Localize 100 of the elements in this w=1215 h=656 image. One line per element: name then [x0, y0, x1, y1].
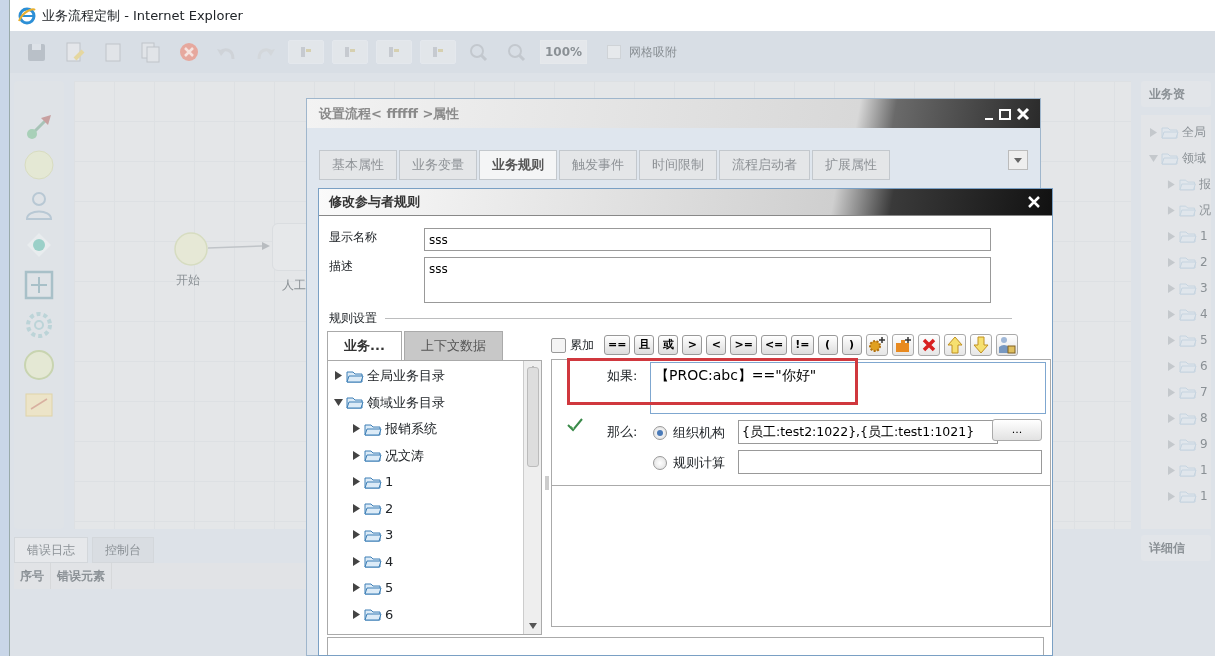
operator-button[interactable]: 或	[658, 335, 679, 355]
panel-header: 详细信	[1141, 535, 1211, 561]
plus-box-icon[interactable]	[23, 269, 55, 301]
start-node	[174, 232, 208, 266]
toggle-icon[interactable]	[352, 477, 361, 487]
input-field[interactable]: sss	[424, 228, 991, 251]
operator-button[interactable]: )	[841, 335, 862, 355]
toggle-icon[interactable]	[1167, 205, 1176, 215]
toggle-icon[interactable]	[1149, 153, 1158, 163]
checkbox[interactable]	[551, 337, 566, 353]
dropdown-button[interactable]	[1008, 150, 1028, 170]
layout-button[interactable]	[288, 40, 324, 64]
edit-document-icon[interactable]	[63, 41, 87, 63]
gear-plus-button[interactable]	[865, 334, 888, 356]
folder-icon	[1179, 281, 1197, 295]
layout-button[interactable]	[332, 40, 368, 64]
down-arrow-button[interactable]	[969, 334, 992, 356]
field-label: 那么:	[607, 423, 638, 441]
radio-option[interactable]: 规则计算	[653, 453, 725, 473]
operator-button[interactable]: <=	[760, 335, 788, 355]
align-icon	[299, 45, 313, 59]
folder-icon	[1179, 411, 1197, 425]
browse-button[interactable]: ...	[992, 419, 1042, 441]
layout-button[interactable]	[420, 40, 456, 64]
tab[interactable]: 业务规则	[479, 150, 557, 180]
tree-item[interactable]: 2	[334, 495, 523, 522]
field-label: 描述	[329, 258, 354, 275]
toggle-icon[interactable]	[1167, 257, 1176, 267]
toggle-icon[interactable]	[1167, 387, 1176, 397]
toggle-icon[interactable]	[334, 397, 343, 407]
user-lock-icon	[996, 335, 1017, 355]
toggle-icon[interactable]	[352, 450, 361, 460]
close-icon[interactable]	[1016, 106, 1030, 121]
operator-button[interactable]: !=	[791, 335, 814, 355]
folder-icon	[1179, 489, 1197, 503]
user-icon[interactable]	[23, 189, 55, 221]
folder-icon	[364, 501, 382, 516]
operator-button[interactable]: ==	[604, 335, 631, 355]
checkbox-label: 累加	[570, 337, 594, 354]
delete-icon[interactable]	[177, 41, 201, 63]
toggle-icon[interactable]	[1167, 413, 1176, 423]
toggle-icon[interactable]	[1149, 127, 1158, 137]
folder-icon	[1179, 359, 1197, 373]
toggle-icon[interactable]	[1167, 179, 1176, 189]
user-lock-button[interactable]	[995, 334, 1018, 356]
up-arrow-button[interactable]	[943, 334, 966, 356]
tree-item[interactable]: 4	[334, 548, 523, 575]
toggle-icon[interactable]	[352, 609, 361, 619]
down-arrow-icon	[970, 335, 991, 355]
tree-item[interactable]: 3	[334, 521, 523, 548]
toggle-icon[interactable]	[1167, 283, 1176, 293]
toggle-icon[interactable]	[1167, 465, 1176, 475]
toggle-icon[interactable]	[352, 503, 361, 513]
operator-button[interactable]: >	[682, 335, 703, 355]
tab[interactable]: 业务...	[327, 331, 402, 360]
operator-button[interactable]: (	[817, 335, 838, 355]
operator-button[interactable]: >=	[730, 335, 757, 355]
tree-item[interactable]: 况文涛	[334, 442, 523, 469]
toggle-icon[interactable]	[1167, 309, 1176, 319]
toggle-icon[interactable]	[1167, 439, 1176, 449]
scroll-down-icon[interactable]	[528, 622, 537, 629]
toggle-icon[interactable]	[352, 530, 361, 540]
condition-field[interactable]: 【PROC:abc】=="你好"	[650, 362, 1046, 414]
folder-icon	[1179, 255, 1197, 269]
tree-item[interactable]: 1	[334, 468, 523, 495]
close-icon[interactable]	[1028, 196, 1040, 208]
folder-icon	[1161, 151, 1179, 165]
section-title: 规则设置	[329, 310, 377, 327]
copy-icon[interactable]	[139, 41, 163, 63]
toggle-icon[interactable]	[352, 583, 361, 593]
toggle-icon[interactable]	[1167, 335, 1176, 345]
input-field[interactable]	[738, 450, 1042, 474]
tree-item[interactable]: 报销系统	[334, 415, 523, 442]
column-header: 序号	[14, 563, 51, 589]
toggle-icon[interactable]	[1167, 231, 1176, 241]
node-label: 开始	[176, 272, 200, 289]
gear-icon[interactable]	[23, 309, 55, 341]
tree-item[interactable]: 领域业务目录	[334, 389, 523, 416]
operator-button[interactable]: 且	[634, 335, 655, 355]
toggle-icon[interactable]	[1167, 361, 1176, 371]
tree-item[interactable]: 全局业务目录	[334, 362, 523, 389]
toggle-icon[interactable]	[1167, 491, 1176, 501]
text-area[interactable]: sss	[424, 257, 991, 303]
scrollbar-thumb[interactable]	[526, 367, 539, 467]
toggle-icon[interactable]	[352, 424, 361, 434]
operator-button[interactable]: <	[706, 335, 727, 355]
radio-option[interactable]: 组织机构	[653, 423, 725, 443]
tree-item[interactable]: 5	[334, 574, 523, 601]
layout-button[interactable]	[376, 40, 412, 64]
delete-button[interactable]	[917, 334, 940, 356]
maximize-icon[interactable]	[998, 106, 1012, 121]
circle-icon[interactable]	[23, 349, 55, 381]
puzzle-plus-button[interactable]	[891, 334, 914, 356]
splitter-handle[interactable]	[544, 475, 549, 490]
tree-item[interactable]: 6	[334, 601, 523, 628]
circle-icon[interactable]	[23, 149, 55, 181]
tab[interactable]: 上下文数据	[403, 331, 503, 360]
toggle-icon[interactable]	[352, 556, 361, 566]
toggle-icon[interactable]	[334, 371, 343, 381]
scrollbar[interactable]	[523, 360, 541, 634]
